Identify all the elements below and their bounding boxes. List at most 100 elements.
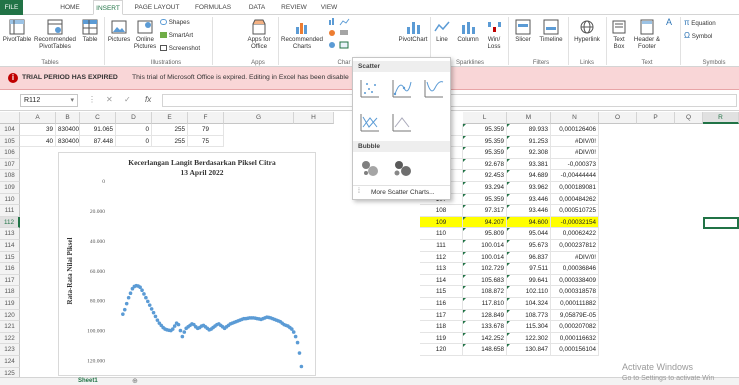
data-point[interactable] (147, 303, 152, 307)
pivotchart-button[interactable]: PivotChart (398, 19, 428, 43)
cell[interactable]: 116 (420, 298, 463, 310)
row-header[interactable]: 112 (0, 216, 20, 229)
cell[interactable]: 108.773 (507, 309, 551, 322)
recommended-pivottables-button[interactable]: Recommended PivotTables (33, 19, 77, 50)
active-cell-r112[interactable] (703, 216, 739, 229)
cell[interactable]: 39 (20, 124, 56, 136)
cell[interactable]: 100.014 (463, 240, 507, 252)
cell[interactable]: 0 (116, 124, 152, 136)
cell[interactable]: 0,000126406 (551, 124, 599, 136)
cell[interactable]: 0,000484262 (551, 193, 599, 206)
cell[interactable]: 95.044 (507, 228, 551, 240)
smartart-button[interactable]: SmartArt (160, 32, 206, 39)
scatter-smooth-lines-option[interactable] (422, 77, 444, 99)
tab-review[interactable]: REVIEW (280, 0, 308, 15)
data-point[interactable] (151, 310, 156, 315)
cell[interactable]: 40 (20, 135, 56, 148)
cell[interactable]: 113 (420, 263, 463, 275)
cell[interactable]: 0,000338409 (551, 274, 599, 287)
data-point[interactable] (128, 291, 133, 295)
cell[interactable]: 118 (420, 321, 463, 333)
bubble-option[interactable] (358, 156, 380, 178)
cell[interactable]: 120 (420, 344, 463, 356)
row-header[interactable]: 107 (0, 158, 20, 171)
row-header[interactable]: 106 (0, 147, 20, 159)
data-point[interactable] (149, 307, 154, 311)
cell[interactable]: 104.324 (507, 298, 551, 310)
table-button[interactable]: Table (77, 19, 103, 43)
cell[interactable]: -0,000373 (551, 158, 599, 171)
cell[interactable]: 130.847 (507, 344, 551, 356)
row-header[interactable]: 122 (0, 332, 20, 345)
cell[interactable]: 0 (116, 135, 152, 148)
sparkline-line-button[interactable]: Line (432, 19, 452, 43)
cell[interactable]: 105.683 (463, 274, 507, 287)
text-more-button[interactable]: A (664, 18, 674, 27)
cell[interactable]: 108.872 (463, 286, 507, 298)
cell[interactable]: 102.110 (507, 286, 551, 298)
online-pictures-button[interactable]: Online Pictures (133, 19, 157, 50)
cell[interactable]: 100.014 (463, 251, 507, 264)
cell[interactable]: 93.381 (507, 158, 551, 171)
row-header[interactable]: 124 (0, 356, 20, 368)
data-point[interactable] (124, 301, 129, 306)
cell[interactable]: 94.207 (463, 216, 507, 229)
data-point[interactable] (297, 351, 302, 355)
cell[interactable]: 97.511 (507, 263, 551, 275)
data-point[interactable] (299, 364, 304, 369)
apps-for-office-button[interactable]: Apps for Office (244, 19, 274, 50)
sheet-tab-sheet1[interactable]: Sheet1 (78, 378, 98, 384)
cell[interactable]: -0,00444444 (551, 170, 599, 182)
header-footer-button[interactable]: Header & Footer (632, 19, 662, 50)
cell[interactable]: 142.252 (463, 332, 507, 345)
column-header[interactable]: M (507, 112, 551, 124)
cell[interactable]: 0,000156104 (551, 344, 599, 356)
column-header[interactable]: P (637, 112, 675, 124)
cell[interactable]: 95.809 (463, 228, 507, 240)
data-point[interactable] (180, 334, 185, 339)
select-all-corner[interactable] (0, 112, 20, 124)
bubble-3d-option[interactable] (390, 156, 412, 178)
cell[interactable]: 117.810 (463, 298, 507, 310)
data-point[interactable] (138, 285, 142, 290)
column-header[interactable]: O (599, 112, 637, 124)
column-header[interactable]: B (56, 112, 80, 124)
cell[interactable]: 0,000189081 (551, 182, 599, 194)
row-header[interactable]: 105 (0, 135, 20, 148)
cell[interactable]: 0,000207082 (551, 321, 599, 333)
cell[interactable]: 79 (188, 124, 224, 136)
cell[interactable]: 93.962 (507, 182, 551, 194)
timeline-button[interactable]: Timeline (536, 19, 566, 43)
data-point[interactable] (122, 307, 127, 312)
tab-page-layout[interactable]: PAGE LAYOUT (134, 0, 180, 15)
scatter-straight-lines-option[interactable] (390, 111, 412, 133)
cell[interactable]: 0,000237812 (551, 240, 599, 252)
data-point[interactable] (176, 322, 181, 327)
column-header[interactable]: H (294, 112, 334, 124)
data-point[interactable] (126, 295, 131, 300)
column-header[interactable]: F (188, 112, 224, 124)
text-box-button[interactable]: Text Box (608, 19, 630, 50)
row-header[interactable]: 117 (0, 274, 20, 287)
cell[interactable]: 0,00062422 (551, 228, 599, 240)
cell[interactable]: 255 (152, 124, 188, 136)
row-header[interactable]: 108 (0, 170, 20, 182)
column-header[interactable]: L (463, 112, 507, 124)
column-header[interactable]: N (551, 112, 599, 124)
cell[interactable]: 92.678 (463, 158, 507, 171)
cell[interactable]: 108 (420, 205, 463, 217)
row-header[interactable]: 123 (0, 344, 20, 356)
cell[interactable]: 95.673 (507, 240, 551, 252)
cell[interactable]: 830400 (56, 124, 80, 136)
data-point[interactable] (140, 288, 144, 293)
cell[interactable]: 95.359 (463, 147, 507, 159)
data-point[interactable] (178, 328, 183, 333)
scatter-smooth-markers-option[interactable] (390, 77, 412, 99)
data-point[interactable] (295, 340, 300, 345)
cancel-icon[interactable]: ✕ (106, 95, 113, 104)
cell[interactable]: 133.678 (463, 321, 507, 333)
name-box[interactable]: R112 ▾ (20, 94, 78, 107)
cell[interactable]: 93.446 (507, 193, 551, 206)
data-point[interactable] (142, 292, 146, 296)
cell[interactable]: 0,000116632 (551, 332, 599, 345)
